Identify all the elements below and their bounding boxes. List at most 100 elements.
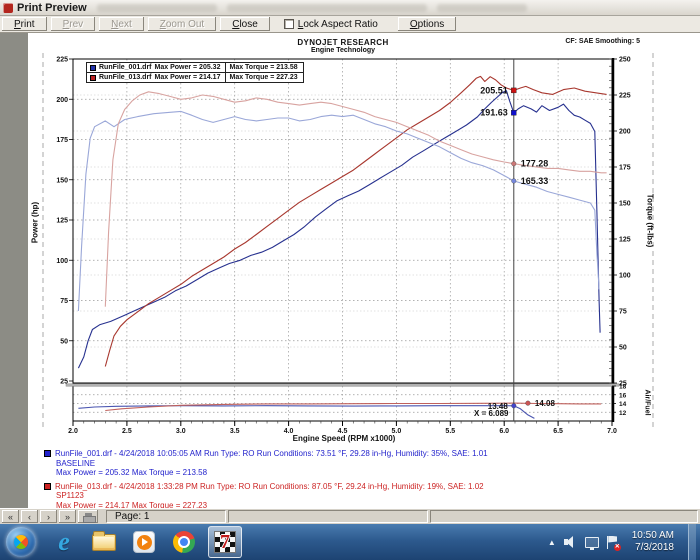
svg-text:14: 14 xyxy=(619,401,627,408)
svg-text:75: 75 xyxy=(619,309,627,316)
svg-text:150: 150 xyxy=(619,201,631,208)
margin-guides xyxy=(43,53,653,431)
svg-text:205.51: 205.51 xyxy=(480,85,508,95)
run1-line1: RunFile_001.drf - 4/24/2018 10:05:05 AM … xyxy=(55,449,488,459)
chart-legend: RunFile_001.drf Max Power = 205.32 Max T… xyxy=(86,62,304,83)
next-page-button[interactable]: › xyxy=(40,510,57,523)
redacted-title-text xyxy=(227,4,427,12)
svg-text:250: 250 xyxy=(619,57,631,64)
prev-page-button[interactable]: ‹ xyxy=(21,510,38,523)
action-center-icon[interactable]: ✕ xyxy=(607,536,618,549)
svg-text:3.0: 3.0 xyxy=(176,428,186,435)
legend-file-2: RunFile_013.drf xyxy=(99,74,152,81)
statusbar-cell xyxy=(228,510,428,523)
taskbar-clock[interactable]: 10:50 AM 7/3/2018 xyxy=(626,530,680,554)
media-player-icon[interactable] xyxy=(131,527,157,557)
legend-power-1: Max Power = 205.32 xyxy=(155,64,221,71)
clock-time: 10:50 AM xyxy=(632,530,674,542)
windows-logo-icon xyxy=(11,532,31,552)
lock-aspect-ratio-checkbox[interactable]: Lock Aspect Ratio xyxy=(284,19,378,30)
chrome-icon[interactable] xyxy=(171,527,197,557)
svg-text:175: 175 xyxy=(56,137,68,144)
next-button[interactable]: Next xyxy=(99,17,144,31)
legend-torque-1-cell: Max Torque = 213.58 xyxy=(226,63,302,73)
svg-text:2.5: 2.5 xyxy=(122,428,132,435)
page-indicator: Page: 1 xyxy=(106,510,226,523)
torque-axis-title: Torque (ft-lbs) xyxy=(646,181,655,261)
svg-text:125: 125 xyxy=(619,237,631,244)
svg-text:100: 100 xyxy=(619,273,631,280)
last-page-button[interactable]: » xyxy=(59,510,76,523)
axis-ticks: 2252001751501251007550252502252001751501… xyxy=(56,57,630,436)
run2-swatch xyxy=(44,483,51,490)
show-desktop-button[interactable] xyxy=(688,524,696,560)
volume-icon[interactable] xyxy=(564,536,577,548)
svg-text:18: 18 xyxy=(619,384,627,391)
network-icon[interactable] xyxy=(585,537,599,548)
clock-date: 7/3/2018 xyxy=(632,542,674,554)
checkbox-box[interactable] xyxy=(284,19,294,29)
prev-button[interactable]: Prev xyxy=(51,17,96,31)
annotations: 205.51191.63177.28165.3313.4814.08X = 6.… xyxy=(474,85,555,417)
options-button[interactable]: Options xyxy=(398,17,456,31)
legend-swatch-blue xyxy=(90,65,96,71)
statusbar-cell xyxy=(430,510,698,523)
legend-torque-2: Max Torque = 227.23 xyxy=(229,74,297,81)
run1-swatch xyxy=(44,450,51,457)
svg-text:7.0: 7.0 xyxy=(607,428,617,435)
svg-text:X = 6.089: X = 6.089 xyxy=(474,409,509,418)
run1-line3: Max Power = 205.32 Max Torque = 213.58 xyxy=(56,468,488,478)
run-info-2: RunFile_013.drf - 4/24/2018 1:33:28 PM R… xyxy=(44,482,488,511)
legend-torque-1: Max Torque = 213.58 xyxy=(229,64,297,71)
svg-text:6.0: 6.0 xyxy=(499,428,509,435)
legend-file-1: RunFile_001.drf xyxy=(99,64,152,71)
run-info-1: RunFile_001.drf - 4/24/2018 10:05:05 AM … xyxy=(44,449,488,478)
series-power_RunFile_001 xyxy=(78,91,600,368)
rpm-axis-title: Engine Speed (RPM x1000) xyxy=(199,434,489,443)
titlebar: Print Preview xyxy=(0,0,700,16)
winpep-icon: 7 xyxy=(214,531,236,553)
svg-text:177.28: 177.28 xyxy=(521,159,549,169)
app-icon xyxy=(3,3,13,13)
run2-line2: SP1123 xyxy=(56,491,488,501)
system-tray: ▲ ✕ 10:50 AM 7/3/2018 xyxy=(548,524,700,560)
legend-row-2: RunFile_013.drf Max Power = 214.17 xyxy=(87,73,226,82)
svg-text:50: 50 xyxy=(619,345,627,352)
svg-text:165.33: 165.33 xyxy=(521,176,549,186)
preview-page: DYNOJET RESEARCH Engine Technology CF: S… xyxy=(28,33,700,508)
run2-line1: RunFile_013.drf - 4/24/2018 1:33:28 PM R… xyxy=(55,482,484,492)
svg-text:12: 12 xyxy=(619,410,627,417)
toolbar: Print Prev Next Zoom Out Close Lock Aspe… xyxy=(0,16,700,33)
legend-torque-2-cell: Max Torque = 227.23 xyxy=(226,73,302,82)
screen: Print Preview Print Prev Next Zoom Out C… xyxy=(0,0,700,560)
svg-text:100: 100 xyxy=(56,258,68,265)
legend-power-2: Max Power = 214.17 xyxy=(155,74,221,81)
checkbox-label: Lock Aspect Ratio xyxy=(298,19,378,30)
print-button[interactable]: Print xyxy=(2,17,47,31)
svg-text:225: 225 xyxy=(619,93,631,100)
svg-text:75: 75 xyxy=(60,298,68,305)
start-button[interactable] xyxy=(6,527,36,557)
tray-expand-icon[interactable]: ▲ xyxy=(548,538,556,547)
svg-text:16: 16 xyxy=(619,392,627,399)
zoom-out-button[interactable]: Zoom Out xyxy=(148,17,216,31)
file-explorer-icon[interactable] xyxy=(91,527,117,557)
svg-text:50: 50 xyxy=(60,338,68,345)
redacted-title-text xyxy=(437,4,527,12)
winpep-app-button[interactable]: 7 xyxy=(208,526,242,558)
svg-text:200: 200 xyxy=(619,129,631,136)
internet-explorer-icon[interactable]: e xyxy=(51,527,77,557)
legend-row-1: RunFile_001.drf Max Power = 205.32 xyxy=(87,63,226,73)
svg-text:125: 125 xyxy=(56,218,68,225)
series-torque_RunFile_001 xyxy=(78,111,599,311)
taskbar: e 7 ▲ ✕ 10:50 AM 7/3/2018 xyxy=(0,524,700,560)
close-button[interactable]: Close xyxy=(220,17,270,31)
print-page-button[interactable] xyxy=(78,510,98,523)
svg-text:14.08: 14.08 xyxy=(535,399,556,408)
run-info: RunFile_001.drf - 4/24/2018 10:05:05 AM … xyxy=(44,449,488,514)
svg-text:150: 150 xyxy=(56,177,68,184)
svg-text:191.63: 191.63 xyxy=(480,108,508,118)
svg-text:2.0: 2.0 xyxy=(68,428,78,435)
first-page-button[interactable]: « xyxy=(2,510,19,523)
power-axis-title: Power (hp) xyxy=(31,188,40,258)
